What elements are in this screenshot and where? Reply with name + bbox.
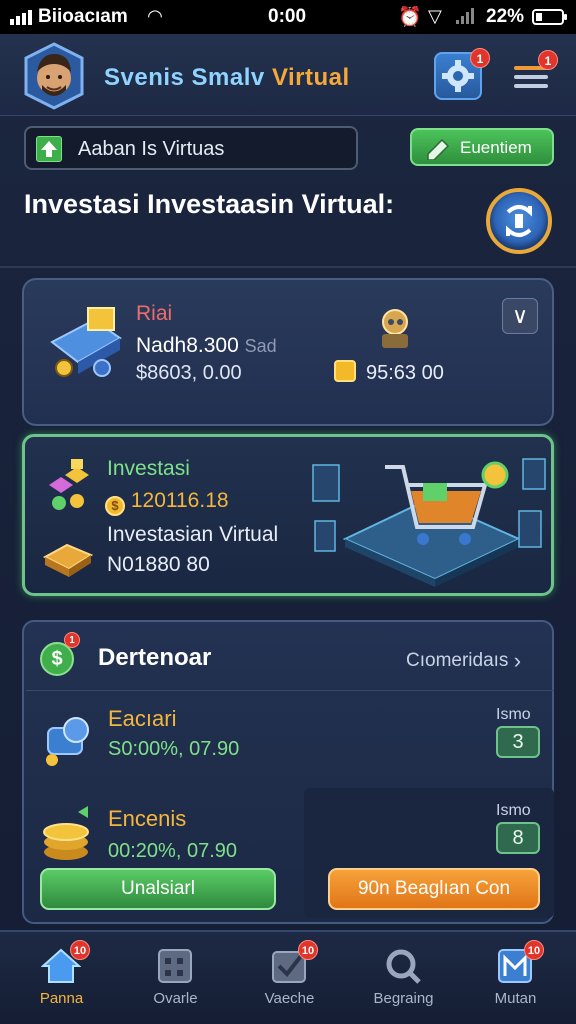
gems-icon (49, 459, 89, 510)
robot-icon (382, 309, 408, 348)
nav-item-stats[interactable]: 10 Mutan (458, 932, 573, 1024)
card2-amount: $ 120116.18 (105, 489, 229, 516)
card2-title: Investasi (107, 457, 190, 480)
card1-coin-value: 95:63 00 (366, 362, 444, 384)
wifi-icon-secondary: ▽ (428, 6, 442, 26)
refresh-button[interactable] (486, 188, 552, 254)
signal-icon (10, 7, 32, 25)
grid-icon (158, 949, 192, 983)
row-title: Eacıari (108, 706, 177, 731)
search-value: Aaban Is Virtuas (78, 138, 225, 160)
portfolio-title: Dertenoar (98, 644, 212, 671)
nav-label: Ovarle (153, 990, 198, 1007)
see-all-link[interactable]: Cıomeridaıs › (406, 648, 521, 674)
nav-label: Vaeche (264, 990, 315, 1007)
battery-percent: 22% (486, 6, 525, 27)
alarm-icon: ⏰ (398, 7, 422, 28)
search-icon (386, 949, 421, 984)
card2-subtitle: Investasian Virtual (107, 523, 279, 546)
cellular-icon (456, 8, 474, 24)
nav-item-overview[interactable]: Ovarle (118, 932, 233, 1024)
row-value: S0:00%, 07.90 (108, 738, 240, 760)
row-label: Ismo (496, 802, 531, 819)
wifi-icon: ◠ (148, 6, 162, 26)
card1-line2: Nadh8.300 Sad (136, 334, 277, 357)
search-input[interactable]: Aaban Is Virtuas (24, 126, 358, 170)
row-label: Ismo (496, 706, 531, 723)
status-bar: Biioacıam ◠ 0:00 ⏰ ▽ 22% (0, 0, 576, 34)
battery-icon (532, 9, 567, 25)
divider (26, 690, 554, 691)
app-title: Svenis Smalv Virtual (104, 64, 350, 91)
card1-title: Riai (136, 302, 173, 325)
nav-badge: 10 (524, 940, 544, 960)
row-count: 3 (496, 726, 540, 758)
cart-coins-icon (50, 307, 122, 377)
nav-label: Begraing (373, 990, 434, 1007)
gold-bars-icon (42, 543, 94, 577)
nav-item-tasks[interactable]: 10 Vaeche (232, 932, 347, 1024)
row-count: 8 (496, 822, 540, 854)
nav-item-search[interactable]: Begraing (346, 932, 461, 1024)
refresh-icon (506, 205, 532, 237)
row-title: Encenis (108, 806, 187, 831)
menu-button[interactable]: 1 (506, 50, 558, 100)
divider (0, 266, 576, 268)
chevron-right-icon: › (513, 648, 522, 673)
coin-stack-icon (43, 806, 89, 860)
row-value: 00:20%, 07.90 (108, 840, 237, 862)
clock: 0:00 (268, 6, 307, 27)
nav-label: Panna (39, 990, 84, 1007)
card1-balance: $8603, 0.00 (136, 362, 242, 384)
bottom-nav: 10 Panna Ovarle 10 Vaeche Begraing 10 Mu… (0, 930, 576, 1024)
secondary-action-button[interactable]: 90n Beaglıan Con (328, 868, 540, 910)
machine-icon (46, 717, 89, 766)
settings-badge: 1 (470, 48, 490, 68)
nav-badge: 10 (298, 940, 318, 960)
menu-badge: 1 (538, 50, 558, 70)
chevron-down-icon: ∨ (511, 303, 529, 328)
portfolio-badge: 1 (64, 632, 80, 648)
shopping-cart-illustration (312, 458, 546, 587)
section-heading: Investasi Investaasin Virtual: (24, 189, 395, 219)
edit-button[interactable]: Euentiem (410, 128, 554, 166)
pencil-icon (424, 136, 452, 165)
collapse-button[interactable]: ∨ (502, 298, 538, 334)
arrow-up-icon (36, 136, 62, 162)
nav-badge: 10 (70, 940, 90, 960)
settings-button[interactable]: 1 (434, 48, 490, 100)
app-header: Svenis Smalv Virtual 1 1 (0, 34, 576, 116)
investment-card[interactable]: Investasi $ 120116.18 Investasian Virtua… (22, 434, 554, 596)
coin-icon (334, 360, 356, 382)
edit-button-label: Euentiem (460, 138, 532, 157)
carrier-name: Biioacıam (38, 6, 128, 27)
primary-action-button[interactable]: Unalsiarl (40, 868, 276, 910)
portfolio-card: $ 1 Dertenoar Cıomeridaıs › Eacıari S0:0… (22, 620, 554, 924)
coin-icon: $ (105, 496, 125, 516)
card2-code: N01880 80 (107, 553, 210, 576)
nav-label: Mutan (494, 990, 537, 1007)
nav-item-home[interactable]: 10 Panna (4, 932, 119, 1024)
avatar[interactable] (20, 42, 88, 110)
balance-card[interactable]: Riai Nadh8.300 Sad $8603, 0.00 95:63 00 … (22, 278, 554, 426)
